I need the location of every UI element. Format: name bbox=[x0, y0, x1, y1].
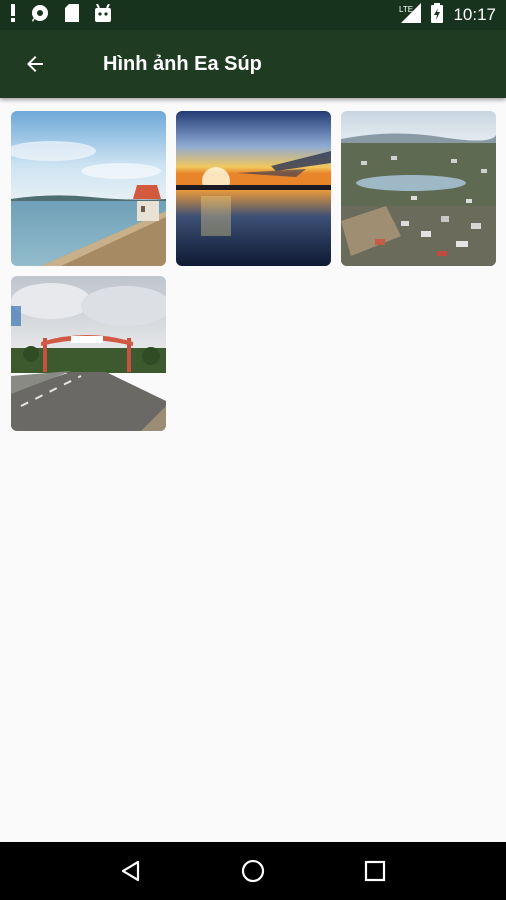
back-button[interactable] bbox=[0, 30, 70, 98]
photo-sunset-lake[interactable] bbox=[176, 111, 331, 266]
app-bar: Hình ảnh Ea Súp bbox=[0, 30, 506, 98]
sd-card-icon bbox=[64, 3, 80, 27]
page-title: Hình ảnh Ea Súp bbox=[103, 52, 262, 75]
photo-lake-tower[interactable] bbox=[11, 111, 166, 266]
battery-icon bbox=[431, 2, 444, 28]
status-bar: LTE 10:17 bbox=[0, 0, 506, 30]
signal-icon: LTE bbox=[399, 2, 422, 28]
nav-recents-button[interactable] bbox=[351, 847, 399, 895]
photo-aerial-town[interactable] bbox=[341, 111, 496, 266]
alert-icon bbox=[10, 3, 16, 27]
nav-home-button[interactable] bbox=[229, 847, 277, 895]
android-icon bbox=[94, 3, 112, 27]
system-nav-bar bbox=[0, 842, 506, 900]
circle-home-icon bbox=[241, 859, 265, 883]
photo-road-gate[interactable] bbox=[11, 276, 166, 431]
clock: 10:17 bbox=[453, 5, 496, 24]
triangle-back-icon bbox=[121, 860, 140, 882]
network-label: LTE bbox=[399, 5, 413, 14]
arrow-back-icon bbox=[27, 56, 43, 72]
square-recents-icon bbox=[364, 860, 386, 882]
chat-icon bbox=[30, 4, 50, 27]
nav-back-button[interactable] bbox=[107, 847, 155, 895]
